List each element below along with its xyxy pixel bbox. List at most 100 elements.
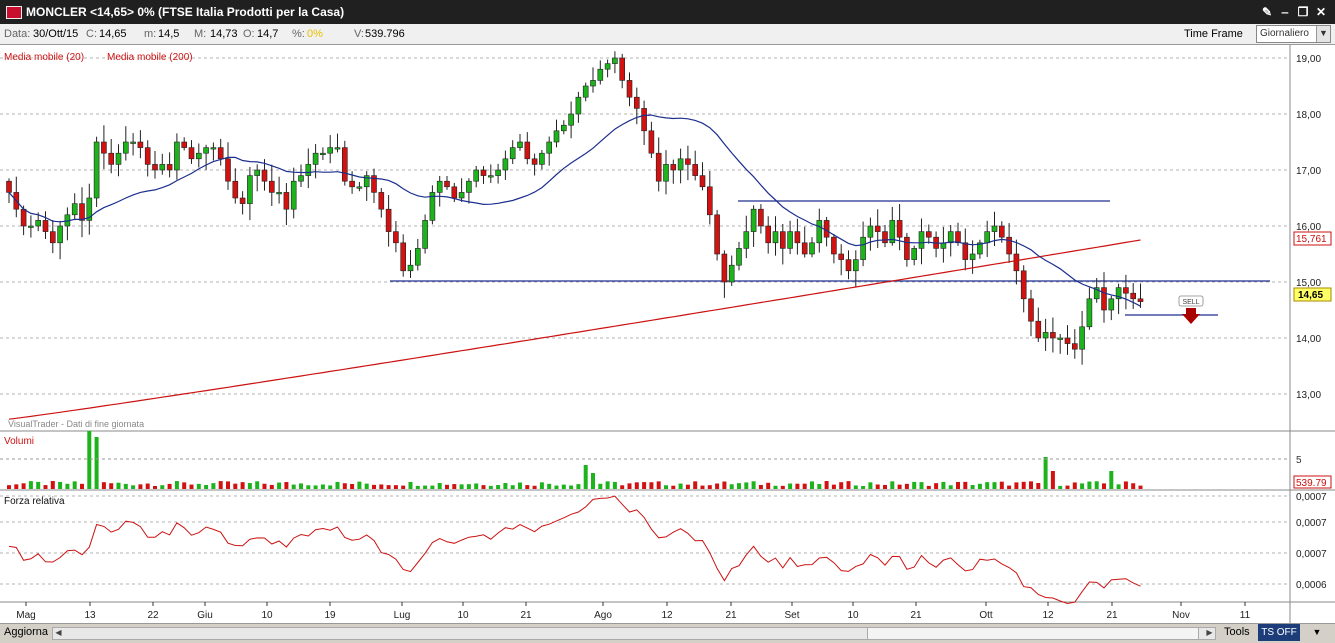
volume-bar bbox=[1072, 482, 1077, 489]
volume-bar bbox=[430, 485, 435, 489]
close-value: 14,65 bbox=[99, 28, 127, 40]
tools-button[interactable]: Tools bbox=[1224, 626, 1250, 638]
candle-body bbox=[108, 152, 114, 165]
volume-bar bbox=[518, 482, 522, 489]
date-label: Data: bbox=[4, 28, 31, 40]
price-tick: 16,00 bbox=[1296, 222, 1321, 233]
candle-body bbox=[546, 141, 553, 154]
candle-body bbox=[414, 248, 421, 266]
volume-bar bbox=[138, 484, 143, 489]
volume-bar bbox=[372, 484, 376, 489]
volume-bar bbox=[299, 483, 303, 489]
candle-body bbox=[276, 192, 282, 195]
volume-bar bbox=[758, 484, 763, 489]
rs-tick: 0,0007 bbox=[1296, 492, 1327, 503]
volume-bar bbox=[109, 483, 114, 489]
volume-bar bbox=[320, 484, 325, 489]
candle-body bbox=[57, 225, 63, 244]
candle-body bbox=[845, 259, 852, 272]
horizontal-scrollbar[interactable]: ◀ ▶ bbox=[52, 627, 1216, 640]
candle-body bbox=[239, 197, 246, 204]
volume-bar bbox=[226, 481, 230, 489]
volume-bar bbox=[269, 484, 274, 489]
pct-value: 0% bbox=[307, 28, 323, 40]
minimize-button[interactable]: ‒ bbox=[1277, 5, 1293, 19]
scroll-thumb[interactable] bbox=[867, 628, 1199, 639]
candle-body bbox=[852, 259, 859, 272]
volume-bar bbox=[963, 481, 968, 489]
candle-body bbox=[1028, 298, 1034, 322]
candle-body bbox=[1137, 298, 1144, 302]
candle-body bbox=[400, 242, 407, 272]
candle-body bbox=[444, 180, 450, 188]
scroll-right-icon[interactable]: ▶ bbox=[1204, 627, 1215, 638]
volume-bar bbox=[1021, 481, 1026, 489]
candle-body bbox=[79, 203, 85, 221]
rs-tick: 0,0007 bbox=[1296, 549, 1327, 560]
candle-body bbox=[1050, 332, 1056, 339]
volume-bar bbox=[970, 485, 975, 489]
chevron-down-icon[interactable]: ▼ bbox=[1316, 26, 1330, 42]
volume-bar bbox=[722, 481, 727, 489]
candle-body bbox=[896, 220, 903, 238]
candle-body bbox=[728, 264, 735, 283]
volume-bar bbox=[868, 482, 873, 489]
x-label: Nov bbox=[1172, 610, 1190, 621]
volume-bar bbox=[605, 481, 610, 489]
volume-bar bbox=[1094, 481, 1099, 489]
volume-bar bbox=[262, 483, 267, 489]
volume-bar bbox=[379, 484, 384, 489]
ts-off-button[interactable]: TS OFF bbox=[1258, 624, 1300, 641]
volume-bar bbox=[810, 481, 814, 489]
candle-body bbox=[480, 169, 487, 176]
x-label: 12 bbox=[1042, 610, 1054, 621]
candle-body bbox=[305, 164, 312, 176]
candle-body bbox=[166, 164, 173, 171]
candle-body bbox=[1064, 337, 1071, 344]
candle-body bbox=[597, 68, 604, 81]
candle-body bbox=[882, 231, 888, 244]
candle-body bbox=[115, 152, 122, 165]
volume-bar bbox=[1116, 484, 1121, 489]
candle-body bbox=[422, 220, 428, 249]
candle-body bbox=[466, 180, 472, 193]
volume-bar bbox=[313, 485, 318, 489]
ts-dropdown-icon[interactable]: ▼ bbox=[1302, 624, 1332, 641]
volume-bar bbox=[999, 481, 1004, 489]
candle-body bbox=[509, 147, 516, 160]
close-button[interactable]: ✕ bbox=[1313, 5, 1329, 19]
candle-body bbox=[809, 242, 815, 255]
volume-bar bbox=[510, 485, 515, 489]
price-tick: 18,00 bbox=[1296, 110, 1321, 121]
scroll-left-icon[interactable]: ◀ bbox=[53, 627, 64, 638]
restore-button[interactable]: ❐ bbox=[1295, 5, 1311, 19]
volume-value: 539.796 bbox=[365, 28, 405, 40]
pin-icon[interactable]: ✎ bbox=[1259, 5, 1275, 19]
volume-bar bbox=[364, 483, 369, 489]
svg-text:14,65: 14,65 bbox=[1298, 290, 1323, 301]
candle-body bbox=[685, 158, 691, 165]
timeframe-select[interactable]: Giornaliero ▼ bbox=[1256, 25, 1331, 43]
candle-body bbox=[101, 141, 107, 154]
refresh-button[interactable]: Aggiorna bbox=[4, 626, 48, 638]
volume-bar bbox=[21, 483, 26, 489]
volume-bar bbox=[817, 483, 822, 489]
close-label: C: bbox=[86, 28, 97, 40]
candle-body bbox=[648, 130, 655, 154]
candle-body bbox=[334, 147, 341, 150]
volume-bar bbox=[985, 482, 990, 489]
volume-bar bbox=[50, 481, 55, 489]
rs-tick: 0,0006 bbox=[1296, 580, 1327, 591]
volume-bar bbox=[481, 485, 486, 489]
candle-body bbox=[998, 225, 1005, 238]
volume-bar bbox=[693, 481, 698, 489]
volume-bar bbox=[167, 483, 172, 489]
candle-body bbox=[706, 186, 713, 216]
candle-body bbox=[49, 231, 56, 244]
x-label: 21 bbox=[520, 610, 532, 621]
chart-area: 19,00 18,00 17,00 16,00 15,00 14,00 13,00 SELL… bbox=[0, 45, 1335, 623]
candle-body bbox=[1130, 292, 1136, 300]
volume-bar bbox=[80, 483, 84, 489]
volume-bar bbox=[795, 483, 800, 489]
candle-body bbox=[451, 186, 458, 199]
